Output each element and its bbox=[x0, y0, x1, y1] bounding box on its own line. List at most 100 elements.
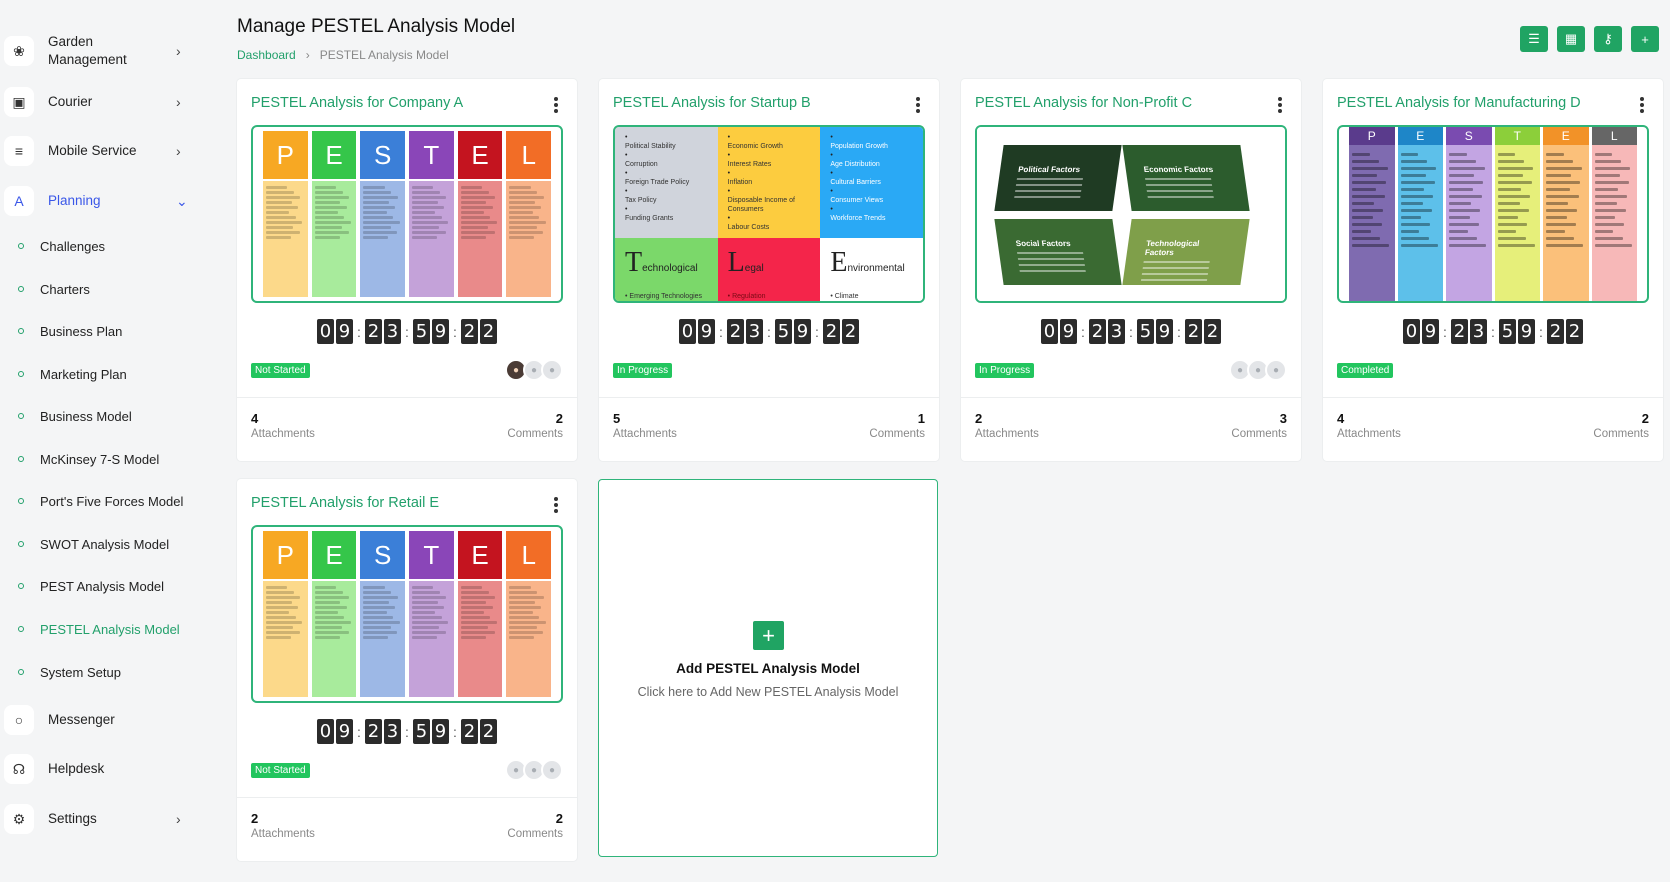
attachments-stat[interactable]: 2 Attachments bbox=[251, 811, 315, 840]
more-options-icon[interactable] bbox=[915, 97, 921, 113]
card-title[interactable]: PESTEL Analysis for Company A bbox=[251, 95, 463, 111]
factor-panel-label: Technological Factors bbox=[1144, 239, 1201, 257]
more-options-icon[interactable] bbox=[553, 497, 559, 513]
grid-item: Workforce Trends bbox=[830, 215, 886, 222]
comments-stat[interactable]: 1 Comments bbox=[869, 411, 925, 440]
attachments-count: 2 bbox=[975, 411, 983, 426]
grid-cell-legal: Legal• Regulation• Employment Laws• Cons… bbox=[717, 238, 821, 301]
assignee-avatars[interactable]: ● ● ● bbox=[1229, 359, 1287, 381]
sidebar-subitem-marketing-plan[interactable]: Marketing Plan bbox=[18, 363, 127, 385]
grid-view-button[interactable]: ▦ bbox=[1557, 26, 1585, 52]
sidebar-item-label: Messenger bbox=[48, 712, 115, 727]
timer-digit: 5 bbox=[413, 719, 430, 744]
attachments-label: Attachments bbox=[251, 828, 315, 840]
pestel-letter: T bbox=[1494, 127, 1540, 145]
attachments-stat[interactable]: 5 Attachments bbox=[613, 411, 677, 440]
sidebar-subitem-pestel[interactable]: PESTEL Analysis Model bbox=[18, 618, 180, 640]
factor-panel: Political Factors bbox=[994, 145, 1122, 211]
add-model-card[interactable]: + Add PESTEL Analysis Model Click here t… bbox=[598, 479, 938, 857]
attachments-stat[interactable]: 2 Attachments bbox=[975, 411, 1039, 440]
card-title[interactable]: PESTEL Analysis for Startup B bbox=[613, 95, 811, 111]
sidebar-subitem-swot[interactable]: SWOT Analysis Model bbox=[18, 533, 169, 555]
card-title[interactable]: PESTEL Analysis for Retail E bbox=[251, 495, 439, 511]
pestel-column: P bbox=[1349, 127, 1395, 301]
grid-item: Political Stability bbox=[625, 143, 676, 150]
more-options-icon[interactable] bbox=[1639, 97, 1645, 113]
timer-separator: : bbox=[1443, 323, 1447, 340]
timer-digit: 2 bbox=[480, 719, 497, 744]
comments-stat[interactable]: 2 Comments bbox=[1593, 411, 1649, 440]
analysis-card[interactable]: PESTEL Analysis for Startup B • Political… bbox=[599, 79, 939, 461]
timer-digit: 2 bbox=[1204, 319, 1221, 344]
sidebar-item-planning[interactable]: A Planning ⌄ bbox=[0, 181, 200, 221]
comments-stat[interactable]: 2 Comments bbox=[507, 811, 563, 840]
list-view-button[interactable]: ☰ bbox=[1520, 26, 1548, 52]
sidebar-subitem-business-plan[interactable]: Business Plan bbox=[18, 320, 122, 342]
attachments-stat[interactable]: 4 Attachments bbox=[1337, 411, 1401, 440]
more-options-icon[interactable] bbox=[1277, 97, 1283, 113]
bullet-icon bbox=[18, 286, 24, 292]
factor-panel-label: Social Factors bbox=[1015, 239, 1072, 248]
factor-panel: Social Factors bbox=[994, 219, 1122, 285]
sidebar-item-label: Planning bbox=[48, 193, 101, 208]
timer-digit: 0 bbox=[317, 719, 334, 744]
sidebar-subitem-business-model[interactable]: Business Model bbox=[18, 405, 132, 427]
sidebar-item-garden-management[interactable]: ❀ Garden Management › bbox=[0, 29, 200, 73]
attachments-stat[interactable]: 4 Attachments bbox=[251, 411, 315, 440]
pestel-letter: S bbox=[1446, 127, 1492, 145]
sidebar-subitem-charters[interactable]: Charters bbox=[18, 278, 90, 300]
sidebar-item-courier[interactable]: ▣ Courier › bbox=[0, 82, 200, 122]
pestel-letter: T bbox=[409, 131, 454, 179]
sidebar-subitem-mckinsey[interactable]: McKinsey 7-S Model bbox=[18, 448, 159, 470]
sidebar-item-mobile-service[interactable]: ≡ Mobile Service › bbox=[0, 131, 200, 171]
timer-separator: : bbox=[453, 323, 457, 340]
grid-item: Interest Rates bbox=[727, 161, 772, 168]
breadcrumb-current: PESTEL Analysis Model bbox=[319, 48, 449, 62]
sidebar-item-settings[interactable]: ⚙ Settings › bbox=[0, 799, 200, 839]
pestel-letter: T bbox=[409, 531, 454, 579]
more-options-icon[interactable] bbox=[553, 97, 559, 113]
analysis-card[interactable]: PESTEL Analysis for Manufacturing DPESTE… bbox=[1323, 79, 1663, 461]
assignee-avatars[interactable]: ● ● ● bbox=[505, 359, 563, 381]
timer-separator: : bbox=[815, 323, 819, 340]
analysis-card[interactable]: PESTEL Analysis for Company APESTEL09:23… bbox=[237, 79, 577, 461]
sidebar-subitem-challenges[interactable]: Challenges bbox=[18, 235, 105, 257]
pestel-column: P bbox=[263, 531, 308, 697]
timer-digit: 9 bbox=[336, 319, 353, 344]
sidebar-item-helpdesk[interactable]: ☊ Helpdesk bbox=[0, 749, 200, 789]
card-title[interactable]: PESTEL Analysis for Non-Profit C bbox=[975, 95, 1192, 111]
grid-cell-political: • Political Stability • Corruption • Forei… bbox=[615, 127, 718, 238]
countdown-timer: 09:23:59:22 bbox=[1323, 319, 1663, 344]
sidebar-subitem-label: Challenges bbox=[40, 238, 106, 254]
thumbnail-image: PESTEL bbox=[251, 525, 563, 703]
sidebar-subitem-system-setup[interactable]: System Setup bbox=[18, 661, 121, 683]
grid-letter: L bbox=[727, 247, 745, 278]
breadcrumb-home-link[interactable]: Dashboard bbox=[237, 48, 296, 62]
grid-item: Emerging Technologies bbox=[629, 293, 703, 300]
sidebar-subitem-label: McKinsey 7-S Model bbox=[40, 451, 160, 467]
add-button[interactable]: + bbox=[1631, 26, 1659, 52]
grid-item: Disposable Income of Consumers bbox=[727, 197, 795, 213]
timer-digit: 9 bbox=[432, 319, 449, 344]
grid-item: Foreign Trade Policy bbox=[625, 179, 690, 186]
card-title[interactable]: PESTEL Analysis for Manufacturing D bbox=[1337, 95, 1581, 111]
divider bbox=[1323, 397, 1663, 398]
tree-view-button[interactable]: ⚷ bbox=[1594, 26, 1622, 52]
grid-item: Climate bbox=[834, 293, 859, 300]
timer-separator: : bbox=[1129, 323, 1133, 340]
sidebar-subitem-five-forces[interactable]: Port's Five Forces Model bbox=[18, 490, 183, 512]
attachments-label: Attachments bbox=[613, 428, 677, 440]
pestel-letter: E bbox=[1397, 127, 1443, 145]
comments-stat[interactable]: 3 Comments bbox=[1231, 411, 1287, 440]
sidebar-item-messenger[interactable]: ○ Messenger bbox=[0, 700, 200, 740]
grid-item: Tax Policy bbox=[625, 197, 657, 204]
sidebar-subitem-pest[interactable]: PEST Analysis Model bbox=[18, 575, 164, 597]
analysis-card[interactable]: PESTEL Analysis for Retail EPESTEL09:23:… bbox=[237, 479, 577, 861]
timer-digit: 9 bbox=[432, 719, 449, 744]
assignee-avatars[interactable]: ● ● ● bbox=[505, 759, 563, 781]
comments-stat[interactable]: 2 Comments bbox=[507, 411, 563, 440]
timer-digit: 9 bbox=[1422, 319, 1439, 344]
grid-word: echnological bbox=[642, 263, 698, 274]
analysis-card[interactable]: PESTEL Analysis for Non-Profit C Politica… bbox=[961, 79, 1301, 461]
pestel-column: S bbox=[1446, 127, 1492, 301]
